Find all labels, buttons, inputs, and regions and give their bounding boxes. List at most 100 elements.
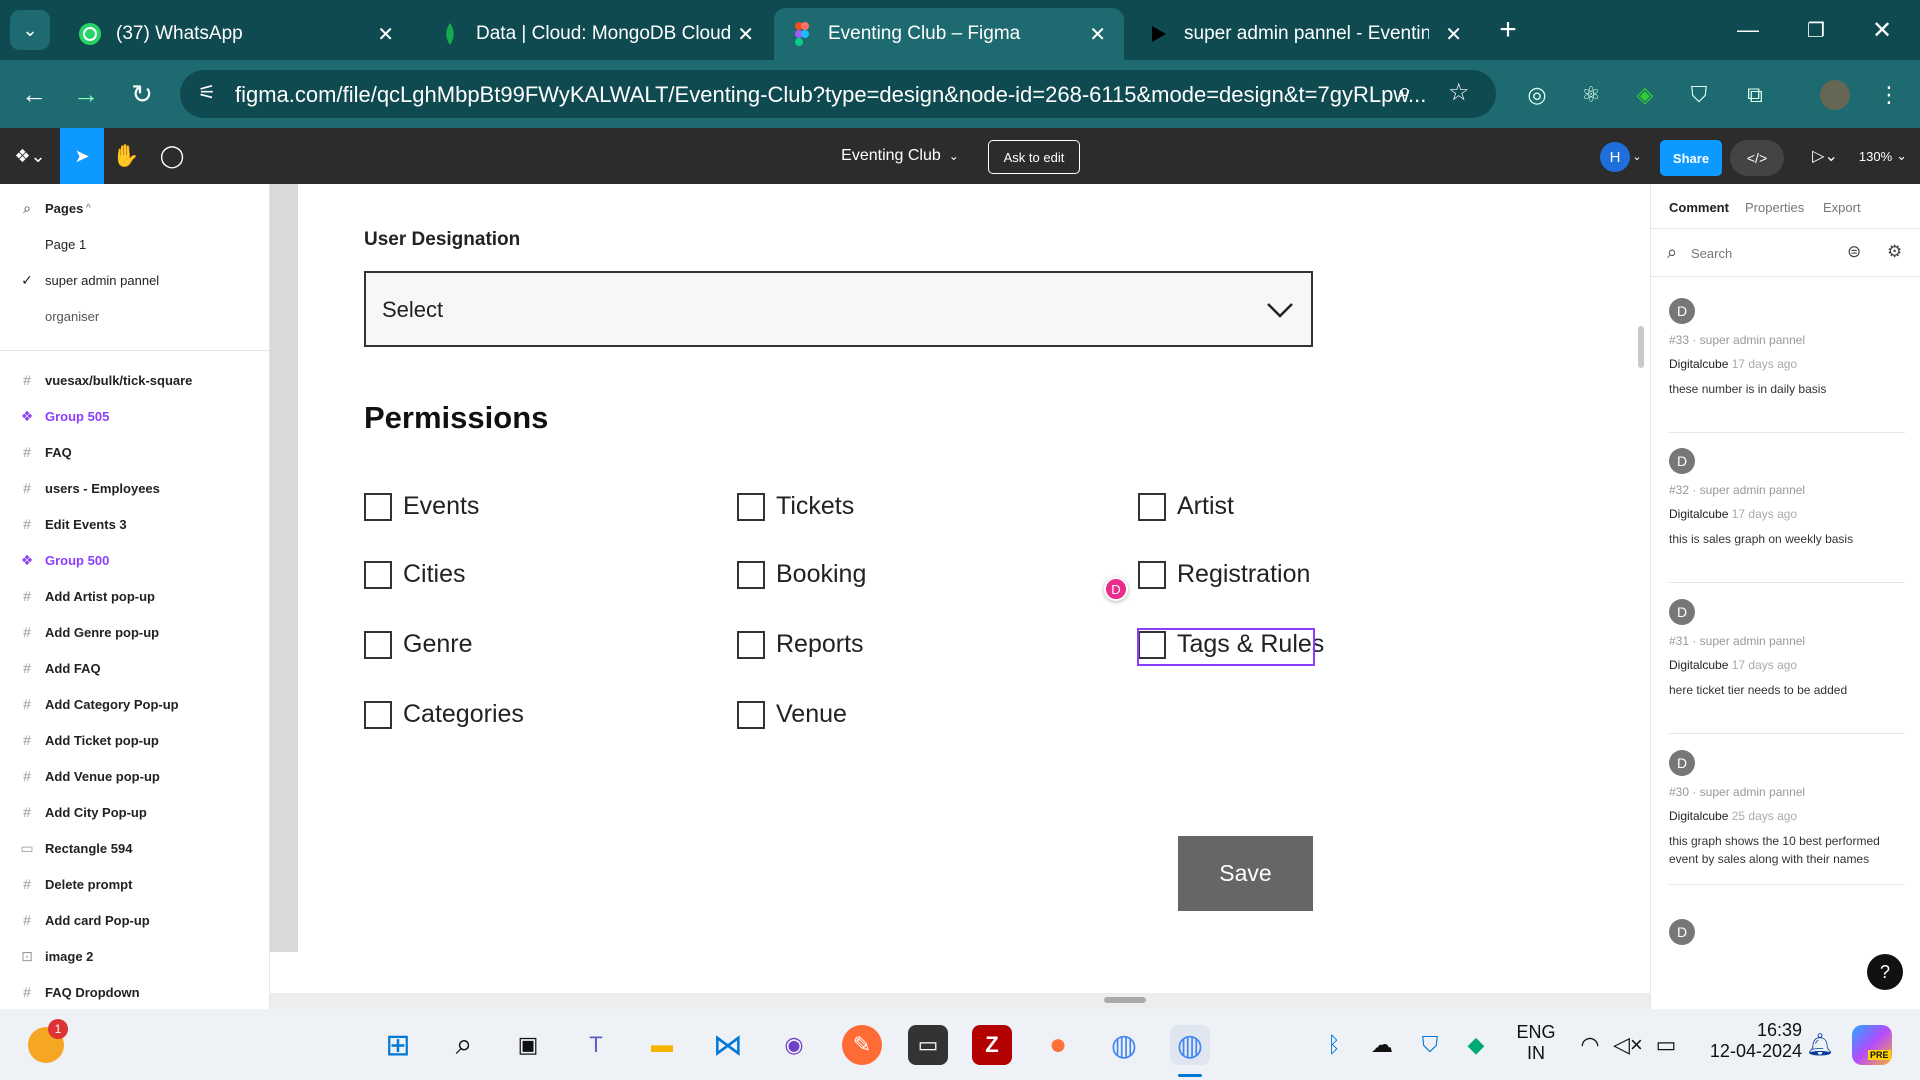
extension-shield-icon[interactable]: ⛉ xyxy=(1684,80,1714,110)
permission-checkbox[interactable] xyxy=(1138,493,1166,521)
tab-youtube[interactable]: super admin pannel - Eventing ✕ xyxy=(1130,8,1480,60)
bookmark-star-icon[interactable]: ☆ xyxy=(1448,78,1470,107)
close-tab-icon[interactable]: ✕ xyxy=(1445,22,1462,47)
layer-item[interactable]: # Add card Pop-up xyxy=(0,902,270,938)
tab-search-button[interactable]: ⌄ xyxy=(10,10,50,50)
close-tab-icon[interactable]: ✕ xyxy=(1089,22,1106,47)
close-tab-icon[interactable]: ✕ xyxy=(737,22,754,47)
vscode-icon[interactable]: ⋈ xyxy=(708,1025,748,1065)
extensions-puzzle-icon[interactable]: ⧉ xyxy=(1740,80,1770,110)
layer-item[interactable]: # Add Artist pop-up xyxy=(0,578,270,614)
minimize-icon[interactable]: — xyxy=(1728,10,1768,50)
layer-item[interactable]: # Add Ticket pop-up xyxy=(0,722,270,758)
back-icon[interactable]: ← xyxy=(14,74,54,114)
browser-menu-icon[interactable]: ⋮ xyxy=(1874,80,1904,110)
page-item[interactable]: organiser xyxy=(0,298,270,334)
terminal-icon[interactable]: ▭ xyxy=(908,1025,948,1065)
postman-icon[interactable]: ✎ xyxy=(842,1025,882,1065)
search-icon[interactable]: ⌕ xyxy=(20,200,34,217)
present-play-icon[interactable]: ▷⌄ xyxy=(1805,128,1845,184)
search-icon[interactable]: ⌕ xyxy=(444,1025,484,1065)
extension-eye-icon[interactable]: ◈ xyxy=(1630,80,1660,110)
vertical-scrollbar[interactable] xyxy=(1638,326,1644,368)
layer-item[interactable]: # Delete prompt xyxy=(0,866,270,902)
language-indicator[interactable]: ENG IN xyxy=(1514,1022,1558,1064)
layer-item[interactable]: # Add FAQ xyxy=(0,650,270,686)
extension-record-icon[interactable]: ◎ xyxy=(1522,80,1552,110)
comment-pin[interactable]: D xyxy=(1104,577,1128,601)
layer-item[interactable]: ▭ Rectangle 594 xyxy=(0,830,270,866)
page-item-current[interactable]: ✓ super admin pannel xyxy=(0,262,270,298)
ask-to-edit-button[interactable]: Ask to edit xyxy=(988,140,1080,174)
task-view-icon[interactable]: ▣ xyxy=(508,1025,548,1065)
chrome-profile-icon[interactable]: ◍ xyxy=(1170,1025,1210,1065)
profile-avatar[interactable] xyxy=(1820,80,1850,110)
chrome-icon[interactable]: ◍ xyxy=(1104,1025,1144,1065)
help-button[interactable]: ? xyxy=(1867,954,1903,990)
layer-item[interactable]: # FAQ xyxy=(0,434,270,470)
comment-thread[interactable]: D #31 · super admin pannel Digitalcube 17 … xyxy=(1669,599,1909,699)
layer-item[interactable]: # vuesax/bulk/tick-square xyxy=(0,362,270,398)
close-window-icon[interactable]: ✕ xyxy=(1862,10,1902,50)
hand-tool-icon[interactable]: ✋ xyxy=(104,128,148,184)
layer-item[interactable]: # Add City Pop-up xyxy=(0,794,270,830)
share-button[interactable]: Share xyxy=(1660,140,1722,176)
github-desktop-icon[interactable]: ◉ xyxy=(774,1025,814,1065)
tab-properties[interactable]: Properties xyxy=(1745,200,1804,215)
site-info-icon[interactable]: ⚟ xyxy=(198,80,216,105)
tab-figma[interactable]: Eventing Club – Figma ✕ xyxy=(774,8,1124,60)
dev-mode-toggle[interactable]: </> xyxy=(1730,140,1784,176)
tray-app-icon[interactable]: ◆ xyxy=(1456,1025,1496,1065)
permission-checkbox[interactable] xyxy=(364,493,392,521)
forward-icon[interactable]: → xyxy=(66,74,106,114)
permission-checkbox[interactable] xyxy=(737,631,765,659)
file-name-dropdown[interactable]: Eventing Club ⌄ xyxy=(830,128,970,184)
close-tab-icon[interactable]: ✕ xyxy=(377,22,394,47)
tab-mongodb[interactable]: Data | Cloud: MongoDB Cloud ✕ xyxy=(422,8,772,60)
layer-item[interactable]: # Edit Events 3 xyxy=(0,506,270,542)
figma-menu-icon[interactable]: ❖⌄ xyxy=(8,128,52,184)
pages-header[interactable]: ⌕ Pages ^ xyxy=(0,190,270,226)
permission-checkbox[interactable] xyxy=(1138,561,1166,589)
tab-comment[interactable]: Comment xyxy=(1669,200,1729,215)
layer-item[interactable]: # Add Venue pop-up xyxy=(0,758,270,794)
file-explorer-icon[interactable]: ▬ xyxy=(642,1025,682,1065)
layer-item[interactable]: # FAQ Dropdown xyxy=(0,974,270,1010)
permission-checkbox[interactable] xyxy=(737,701,765,729)
comment-thread[interactable]: D #33 · super admin pannel Digitalcube 17 … xyxy=(1669,298,1909,398)
omnibox[interactable]: ⚟ figma.com/file/qcLghMbpBt99FWyKALWALT/… xyxy=(180,70,1496,118)
comment-search-input[interactable]: Search xyxy=(1691,246,1732,261)
notification-bell-icon[interactable]: 🔔︎ xyxy=(1800,1025,1840,1065)
comment-thread[interactable]: D #30 · super admin pannel Digitalcube 25 … xyxy=(1669,750,1909,868)
layer-item[interactable]: # Add Category Pop-up xyxy=(0,686,270,722)
permission-checkbox[interactable] xyxy=(364,701,392,729)
filter-icon[interactable]: ⊜ xyxy=(1847,242,1861,262)
teams-icon[interactable]: T xyxy=(576,1025,616,1065)
filezilla-icon[interactable]: Z xyxy=(972,1025,1012,1065)
settings-sliders-icon[interactable]: ⚙ xyxy=(1887,242,1902,262)
layer-item[interactable]: ❖ Group 505 xyxy=(0,398,270,434)
user-avatar[interactable]: H xyxy=(1600,142,1630,172)
comment-thread[interactable]: D #32 · super admin pannel Digitalcube 17 … xyxy=(1669,448,1909,548)
permission-checkbox[interactable] xyxy=(364,561,392,589)
battery-icon[interactable]: ▭ xyxy=(1646,1025,1686,1065)
windows-start-icon[interactable]: ⊞ xyxy=(378,1025,418,1065)
page-item[interactable]: Page 1 xyxy=(0,226,270,262)
layer-item[interactable]: ❖ Group 500 xyxy=(0,542,270,578)
comment-thread[interactable]: D xyxy=(1669,919,1909,945)
tab-export[interactable]: Export xyxy=(1823,200,1861,215)
restore-icon[interactable]: ❐ xyxy=(1796,10,1836,50)
permission-checkbox[interactable] xyxy=(737,561,765,589)
clock[interactable]: 16:39 12-04-2024 xyxy=(1698,1020,1802,1062)
wifi-icon[interactable]: ◠ xyxy=(1570,1025,1610,1065)
bluetooth-icon[interactable]: ᛒ xyxy=(1314,1025,1354,1065)
zoom-dropdown[interactable]: 130% ⌄ xyxy=(1855,128,1911,184)
layer-item[interactable]: ⊡ image 2 xyxy=(0,938,270,974)
onedrive-icon[interactable]: ☁ xyxy=(1362,1025,1402,1065)
defender-icon[interactable]: ⛉ xyxy=(1410,1025,1450,1065)
firefox-icon[interactable]: ● xyxy=(1038,1025,1078,1065)
comment-tool-icon[interactable]: ◯ xyxy=(150,128,194,184)
volume-muted-icon[interactable]: ◁× xyxy=(1608,1025,1648,1065)
chevron-down-icon[interactable]: ⌄ xyxy=(1630,128,1644,184)
new-tab-button[interactable]: + xyxy=(1488,10,1528,50)
